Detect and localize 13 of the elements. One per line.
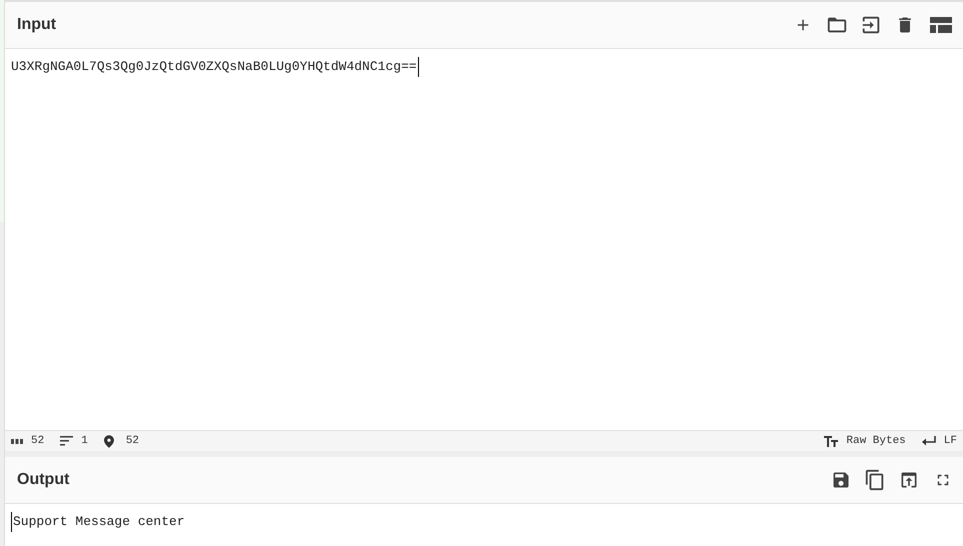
text-format-icon [824, 436, 838, 446]
line-count: 1 [81, 434, 88, 449]
line-ending-label[interactable]: LF [944, 432, 957, 450]
panel-title: Output [17, 470, 70, 490]
output-text: Support Message center [11, 512, 185, 532]
cursor-position: 52 [126, 434, 140, 449]
length-count: 52 [31, 434, 44, 449]
encoding-label[interactable]: Raw Bytes [846, 432, 906, 450]
panel-title: Input [17, 15, 56, 35]
return-arrow-icon [922, 436, 936, 446]
input-field[interactable]: U3XRgNGA0L7Qs3Qg0JzQtdGV0ZXQsNaB0LUg0YHQtdW4dNC1cg== [11, 57, 419, 76]
lines-icon [60, 436, 74, 446]
location-pin-icon [104, 434, 114, 448]
